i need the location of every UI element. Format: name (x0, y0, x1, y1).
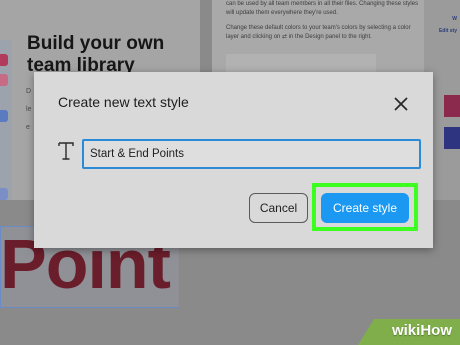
create-style-button[interactable]: Create style (321, 193, 409, 223)
side-link[interactable]: W (452, 16, 457, 22)
right-paragraph: Change these default colors to your team… (226, 25, 411, 40)
watermark-logo: wikiHow (392, 322, 452, 339)
text-type-icon (58, 142, 74, 160)
left-text-fragment: le (26, 106, 32, 113)
side-link[interactable]: Edit sty (439, 28, 457, 34)
color-swatch-magenta[interactable] (444, 95, 460, 117)
right-paragraph: can be used by all team members in all t… (226, 1, 419, 16)
strip-marker-red (0, 54, 8, 66)
strip-marker-blue (0, 110, 8, 122)
left-text-fragment: D (26, 88, 32, 95)
dialog-title: Create new text style (58, 94, 189, 110)
close-button[interactable] (389, 92, 413, 116)
watermark: wikiHow (340, 315, 460, 345)
color-swatch-indigo[interactable] (444, 127, 460, 149)
cancel-button[interactable]: Cancel (249, 193, 308, 223)
create-text-style-dialog: Create new text style Cancel Create styl… (34, 72, 433, 248)
right-page-text: can be used by all team members in all t… (226, 0, 421, 48)
left-text-fragment: e (26, 124, 30, 131)
close-icon (394, 97, 408, 111)
watermark-suffix: How (420, 322, 452, 339)
watermark-prefix: wiki (391, 322, 421, 339)
strip-marker-pink (0, 74, 8, 86)
left-thumbnail-strip (0, 40, 12, 200)
style-name-input[interactable] (82, 139, 421, 169)
page-heading: Build your own team library (27, 33, 165, 76)
strip-marker-blue-2 (0, 188, 8, 200)
